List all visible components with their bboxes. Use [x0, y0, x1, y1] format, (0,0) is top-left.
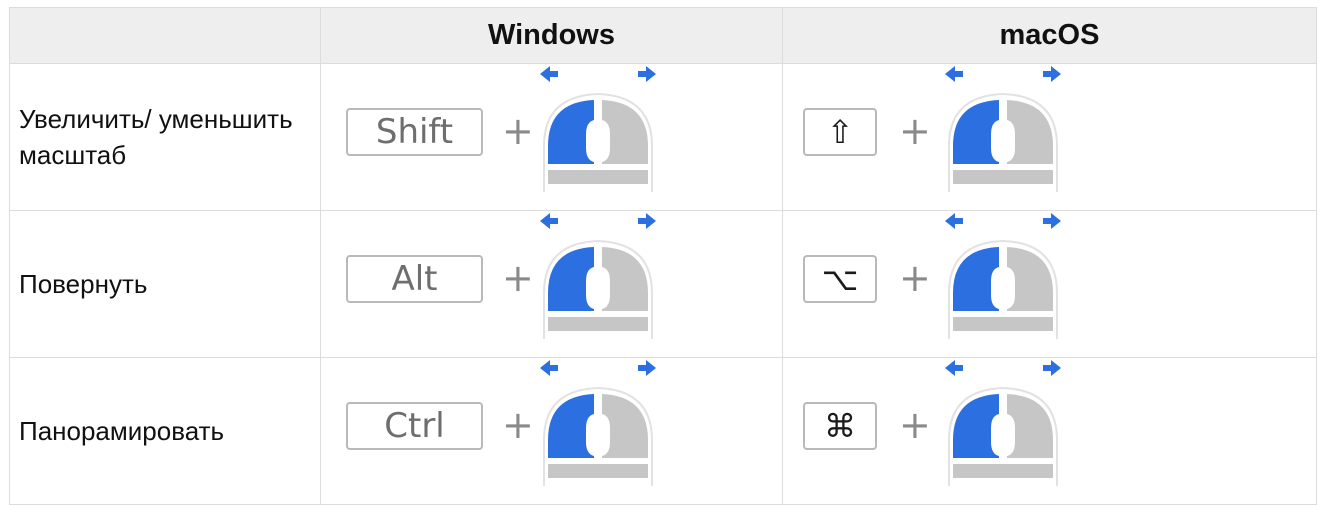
mouse-left-drag-icon: [538, 358, 658, 486]
plus-sign: +: [502, 403, 534, 447]
action-label: Повернуть: [9, 210, 321, 358]
table-row: Панорамировать Ctrl + ⌘ +: [9, 357, 1317, 505]
plus-sign: +: [899, 109, 931, 153]
shift-key: Shift: [346, 108, 483, 156]
ctrl-key: Ctrl: [346, 402, 483, 450]
windows-combo-cell: Shift +: [320, 63, 783, 211]
header-windows: Windows: [320, 7, 783, 64]
header-macos: macOS: [782, 7, 1317, 64]
option-key-icon: ⌥: [803, 255, 877, 303]
mouse-left-drag-icon: [943, 211, 1063, 339]
table-row: Увеличить/ уменьшить масштаб Shift + ⇧ +: [9, 63, 1317, 211]
shortcut-table: Windows macOS Увеличить/ уменьшить масшт…: [9, 7, 1317, 505]
table-row: Повернуть Alt + ⌥ +: [9, 210, 1317, 358]
windows-combo-cell: Ctrl +: [320, 357, 783, 505]
action-label: Панорамировать: [9, 357, 321, 505]
plus-sign: +: [899, 256, 931, 300]
shift-arrow-icon: ⇧: [803, 108, 877, 156]
windows-combo-cell: Alt +: [320, 210, 783, 358]
mouse-left-drag-icon: [943, 358, 1063, 486]
macos-combo-cell: ⌥ +: [782, 210, 1317, 358]
command-key-icon: ⌘: [803, 402, 877, 450]
action-label: Увеличить/ уменьшить масштаб: [9, 63, 321, 211]
plus-sign: +: [502, 109, 534, 153]
macos-combo-cell: ⌘ +: [782, 357, 1317, 505]
mouse-left-drag-icon: [538, 64, 658, 192]
plus-sign: +: [502, 256, 534, 300]
macos-combo-cell: ⇧ +: [782, 63, 1317, 211]
mouse-left-drag-icon: [943, 64, 1063, 192]
mouse-left-drag-icon: [538, 211, 658, 339]
alt-key: Alt: [346, 255, 483, 303]
header-row: Windows macOS: [9, 7, 1317, 64]
header-action: [9, 7, 321, 64]
plus-sign: +: [899, 403, 931, 447]
